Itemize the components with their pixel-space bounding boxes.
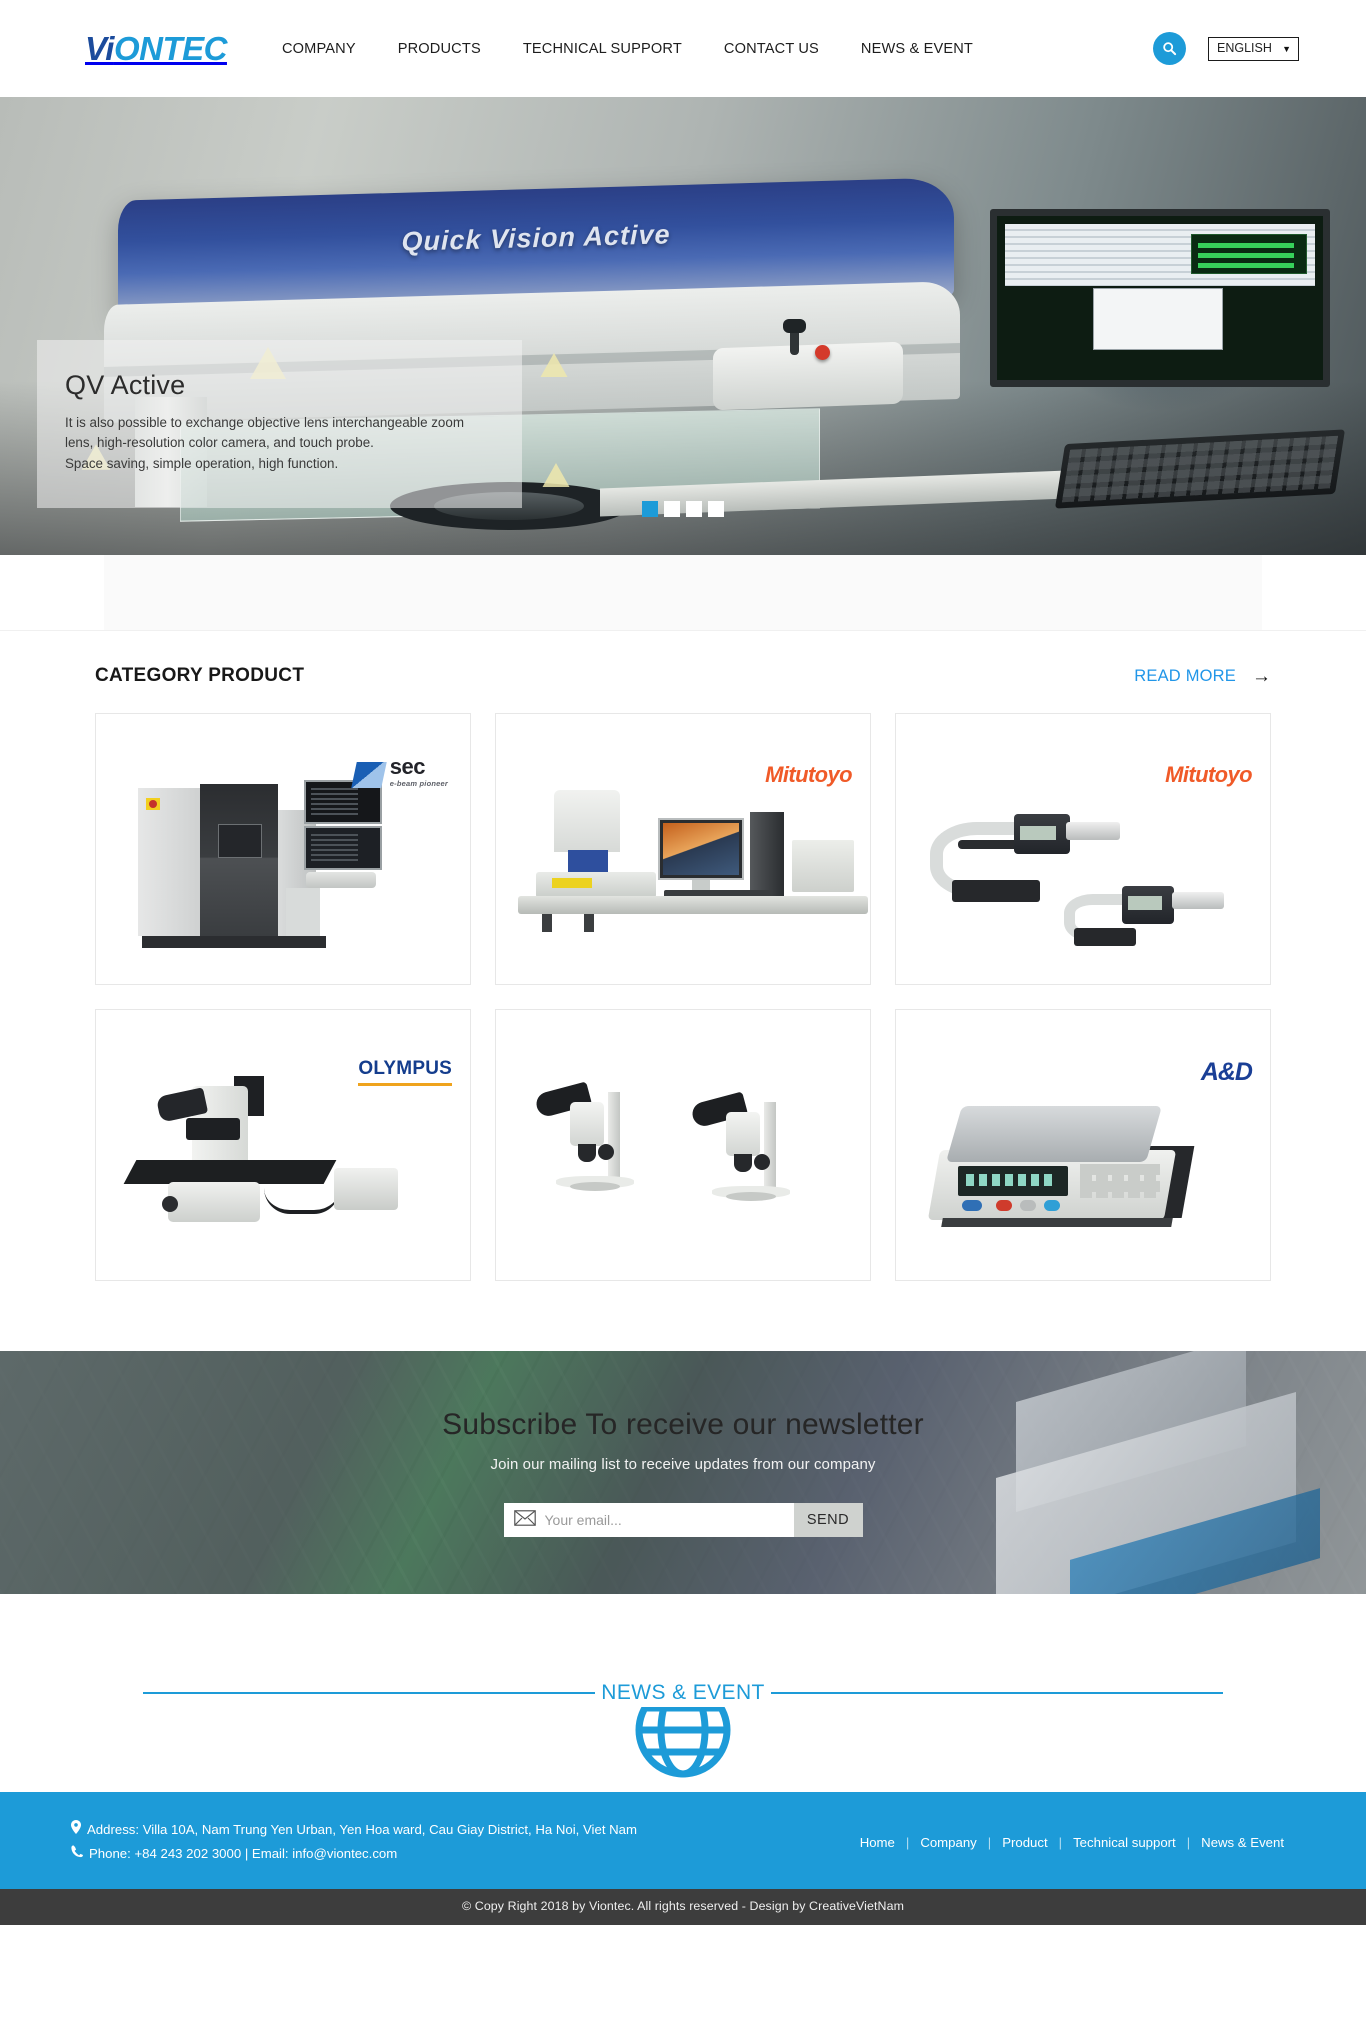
- footer-link-technical-support[interactable]: Technical support: [1062, 1835, 1187, 1850]
- send-button[interactable]: SEND: [793, 1503, 863, 1537]
- control-console: [713, 341, 903, 411]
- site-header: ViONTEC COMPANY PRODUCTS TECHNICAL SUPPO…: [0, 0, 1366, 97]
- brand-logo-mitutoyo: Mitutoyo: [765, 762, 852, 787]
- slider-dot-3[interactable]: [686, 501, 702, 517]
- nav-item-company[interactable]: COMPANY: [261, 31, 377, 67]
- news-event-label: NEWS & EVENT: [597, 1679, 769, 1707]
- phone-icon: [71, 1842, 83, 1866]
- product-card-vision-measuring-system[interactable]: Mitutoyo: [495, 713, 871, 985]
- read-more-link[interactable]: READ MORE →: [1134, 667, 1271, 686]
- hero-description-line-2: lens, high-resolution color camera, and …: [65, 435, 374, 451]
- hero-title: QV Active: [65, 370, 186, 400]
- site-footer: Address: Villa 10A, Nam Trung Yen Urban,…: [0, 1792, 1366, 1889]
- nav-item-products[interactable]: PRODUCTS: [377, 31, 502, 67]
- product-card-metallurgical-microscope[interactable]: OLYMPUS: [95, 1009, 471, 1281]
- footer-phone-email: Phone: +84 243 202 3000 | Email: info@vi…: [89, 1846, 398, 1862]
- hero-description-line-1: It is also possible to exchange objectiv…: [65, 415, 464, 430]
- language-select[interactable]: ENGLISH: [1208, 36, 1299, 61]
- keyboard: [1054, 429, 1346, 509]
- product-image-counting-scale: [896, 1010, 1270, 1280]
- product-image-stereo-microscopes: [496, 1010, 870, 1280]
- brand-logo-and: A&D: [1200, 1058, 1253, 1086]
- copyright-bar: © Copy Right 2018 by Viontec. All rights…: [0, 1888, 1366, 1925]
- search-icon: [1162, 41, 1177, 56]
- slider-pagination: [0, 501, 1366, 517]
- divider-line-left: [143, 1692, 595, 1694]
- hero-slider: Quick Vision Active QV Active It is also…: [0, 97, 1366, 555]
- product-image-micrometers: [896, 714, 1270, 984]
- nav-item-technical-support[interactable]: TECHNICAL SUPPORT: [502, 31, 703, 67]
- slider-dot-4[interactable]: [708, 501, 724, 517]
- map-pin-icon: [71, 1818, 81, 1842]
- language-selector[interactable]: ENGLISH ▼: [1208, 36, 1299, 61]
- footer-link-company[interactable]: Company: [909, 1835, 987, 1850]
- newsletter-title: Subscribe To receive our newsletter: [442, 1408, 924, 1441]
- footer-link-product[interactable]: Product: [991, 1835, 1058, 1850]
- newsletter-section: Subscribe To receive our newsletter Join…: [0, 1351, 1366, 1594]
- logo-text-primary: Vi: [85, 30, 114, 67]
- footer-navigation: Home | Company | Product | Technical sup…: [849, 1835, 1295, 1850]
- page-title: CATEGORY PRODUCT: [95, 665, 305, 686]
- hero-description-line-3: Space saving, simple operation, high fun…: [65, 455, 339, 471]
- search-button[interactable]: [1153, 32, 1186, 65]
- logo-text-secondary: ONTEC: [113, 30, 228, 67]
- nav-item-news-event[interactable]: NEWS & EVENT: [840, 31, 994, 67]
- divider-line-right: [771, 1692, 1223, 1694]
- email-field-wrapper: [503, 1503, 794, 1537]
- footer-address: Address: Villa 10A, Nam Trung Yen Urban,…: [87, 1822, 637, 1837]
- footer-link-news-event[interactable]: News & Event: [1190, 1835, 1295, 1850]
- warning-label-icon: [540, 353, 568, 377]
- hero-caption: QV Active It is also possible to exchang…: [37, 340, 522, 509]
- newsletter-subtitle: Join our mailing list to receive updates…: [490, 1456, 876, 1473]
- header-tools: ENGLISH ▼: [1153, 32, 1303, 65]
- product-image-metallurgical-microscope: [96, 1010, 470, 1280]
- category-product-section: CATEGORY PRODUCT READ MORE → sec e-beam …: [0, 630, 1366, 1351]
- product-card-stereo-microscopes[interactable]: [495, 1009, 871, 1281]
- slider-dot-1[interactable]: [642, 501, 658, 517]
- product-card-counting-scale[interactable]: A&D: [895, 1009, 1271, 1281]
- email-input[interactable]: [544, 1512, 784, 1528]
- arrow-right-icon: →: [1252, 665, 1271, 687]
- newsletter-form: SEND: [0, 1503, 1366, 1537]
- brand-logo-olympus: OLYMPUS: [358, 1058, 452, 1086]
- product-card-micrometers[interactable]: Mitutoyo: [895, 713, 1271, 985]
- footer-link-home[interactable]: Home: [849, 1835, 906, 1850]
- nav-item-contact-us[interactable]: CONTACT US: [703, 31, 840, 67]
- joystick: [783, 319, 806, 355]
- product-card-xray-inspection[interactable]: sec e-beam pioneer: [95, 713, 471, 985]
- brand-logo-mitutoyo: Mitutoyo: [1165, 762, 1252, 787]
- workstation-monitor: [990, 209, 1330, 387]
- product-image-vision-measuring-system: [496, 714, 870, 984]
- spacer-band: [0, 555, 1366, 630]
- brand-logo-sec: sec e-beam pioneer: [351, 754, 448, 788]
- envelope-icon: [513, 1509, 545, 1531]
- footer-contact-info: Address: Villa 10A, Nam Trung Yen Urban,…: [71, 1818, 637, 1867]
- section-header: CATEGORY PRODUCT READ MORE →: [95, 631, 1271, 713]
- main-navigation: COMPANY PRODUCTS TECHNICAL SUPPORT CONTA…: [261, 31, 994, 67]
- slider-dot-2[interactable]: [664, 501, 680, 517]
- read-more-label: READ MORE: [1134, 666, 1236, 685]
- sec-mark-icon: [351, 761, 387, 788]
- warning-label-icon: [542, 463, 570, 487]
- brand-tagline: e-beam pioneer: [389, 779, 448, 788]
- brand-name: sec: [389, 754, 426, 779]
- emergency-stop-button: [815, 345, 830, 360]
- site-logo[interactable]: ViONTEC: [85, 32, 227, 65]
- product-grid: sec e-beam pioneer Mitutoyo Mitutoyo OLY…: [95, 713, 1271, 1281]
- news-event-divider: NEWS & EVENT: [0, 1594, 1366, 1792]
